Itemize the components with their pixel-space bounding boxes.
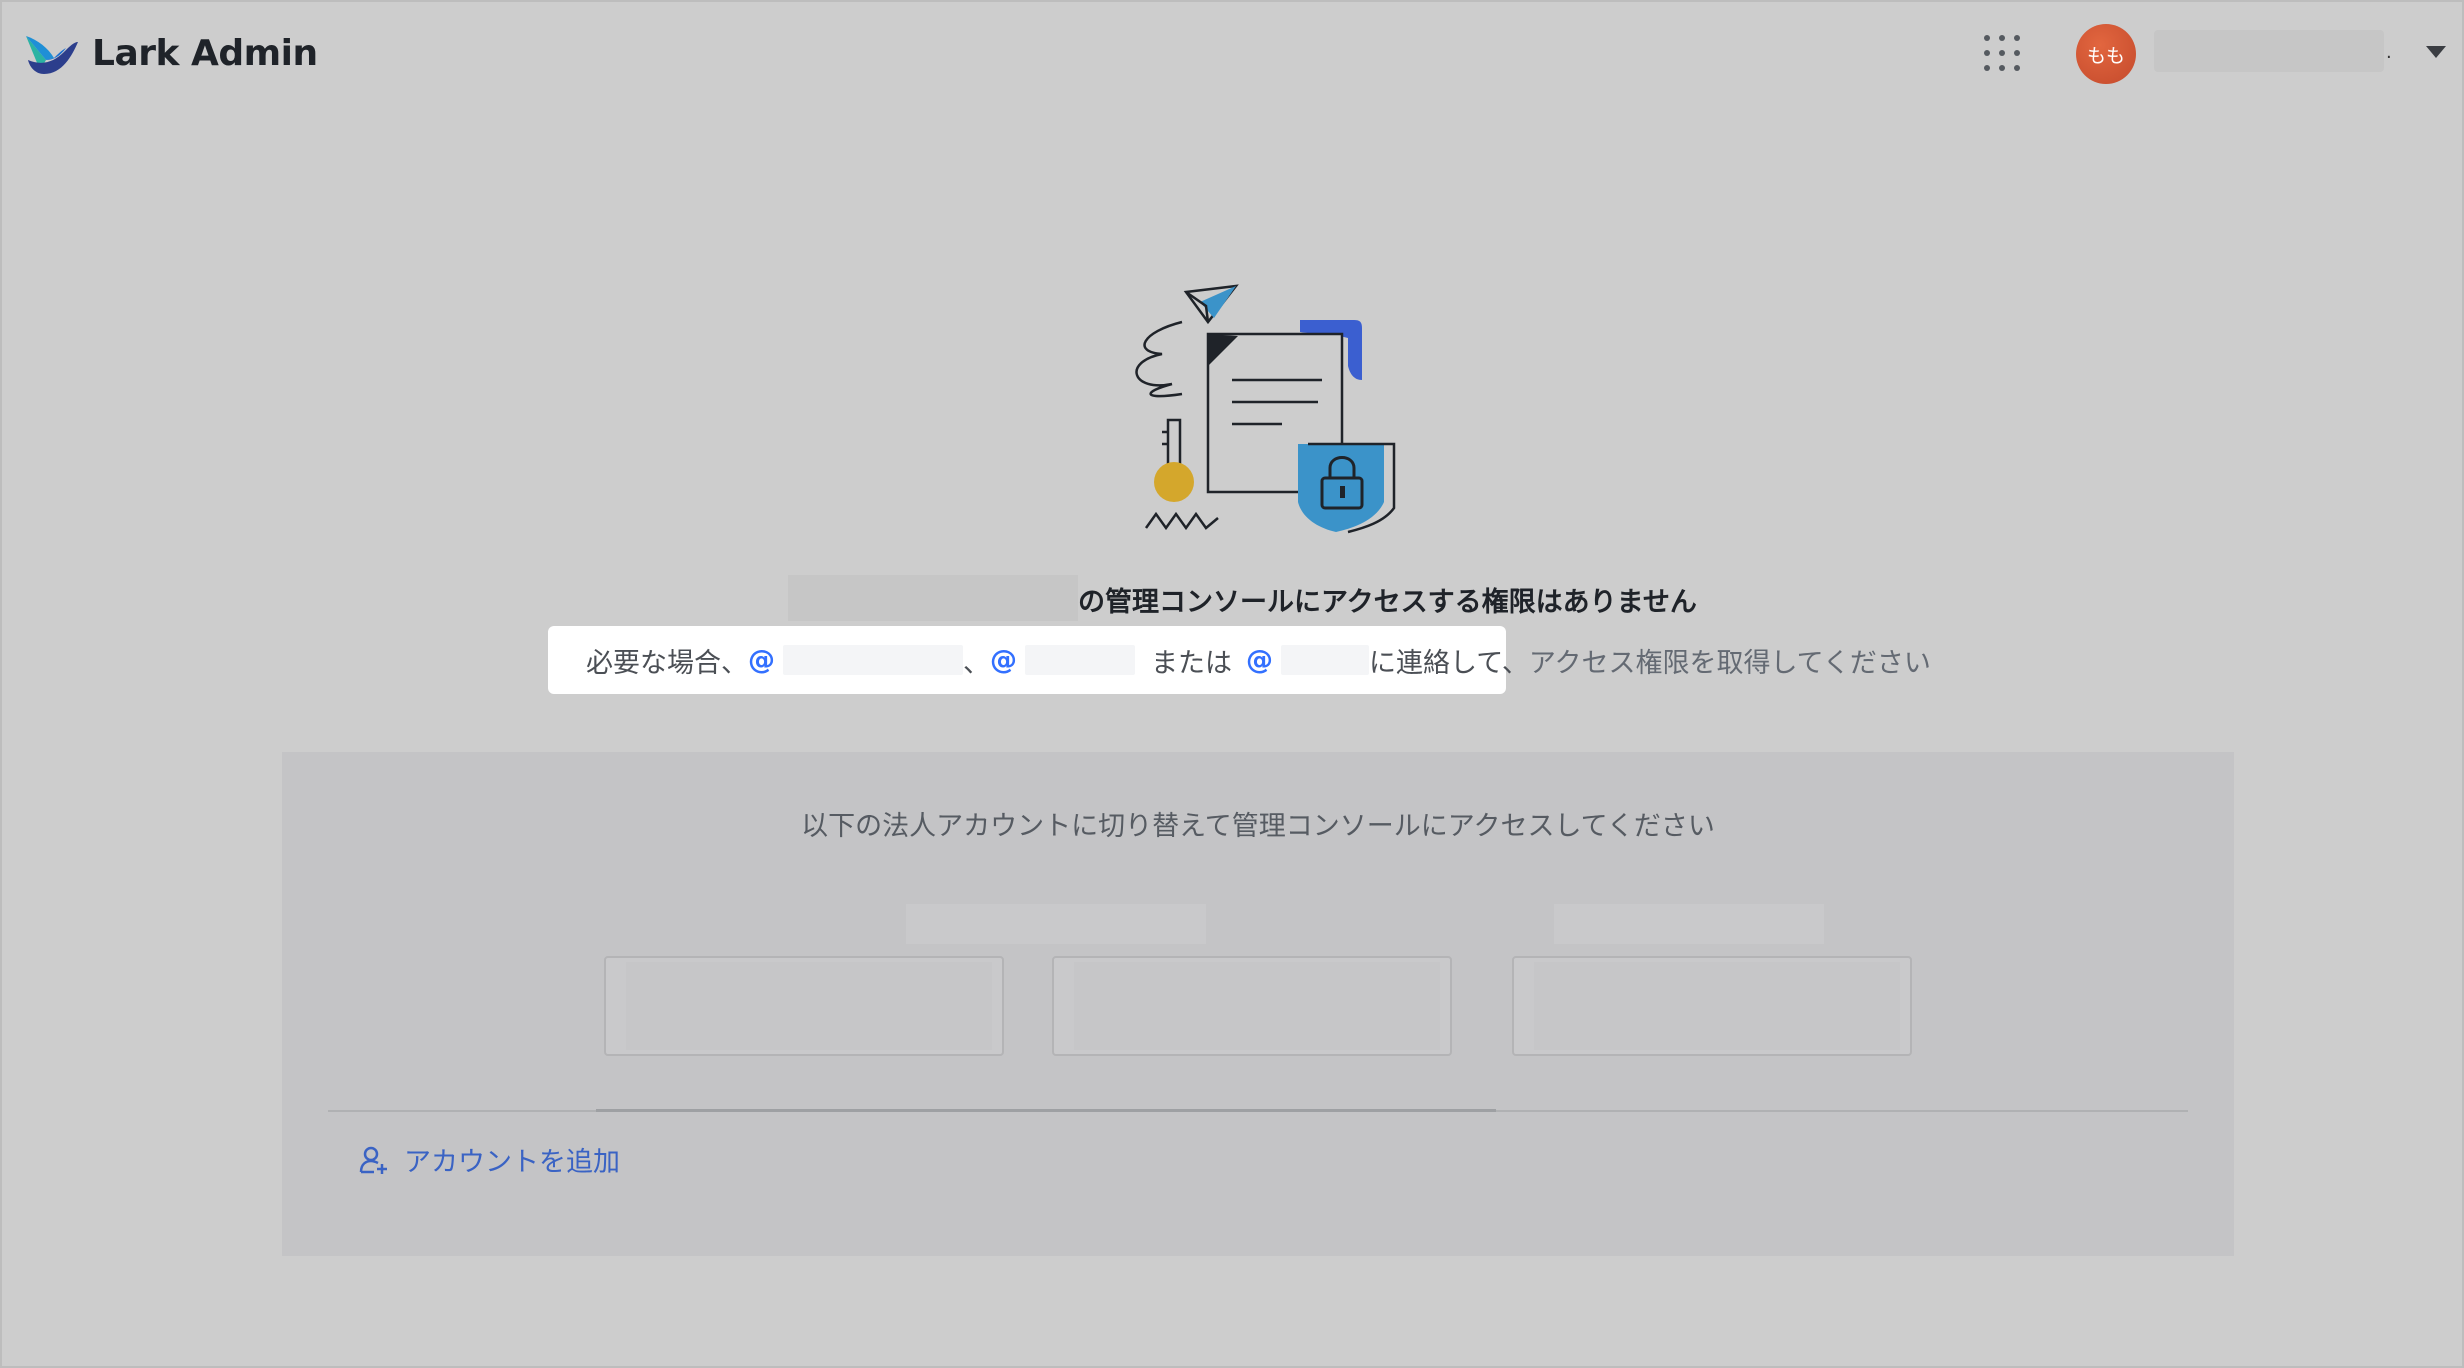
org-name-redacted	[788, 575, 1078, 621]
chevron-down-icon[interactable]	[2426, 46, 2446, 58]
add-account-label: アカウントを追加	[404, 1147, 620, 1178]
scroll-indicator[interactable]	[596, 1109, 1496, 1112]
key-icon	[1154, 418, 1194, 502]
user-avatar[interactable]: もも	[2076, 24, 2136, 84]
contact-middle: に連絡して、	[1369, 647, 1529, 679]
top-bar: Lark Admin もも .	[2, 2, 2462, 106]
lock-shield-icon	[1298, 442, 1396, 534]
contact-message: 必要な場合、 @ 、 @ または @ に連絡して、 アクセス権限を取得してくださ…	[586, 642, 1931, 679]
switch-account-title: 以下の法人アカウントに切り替えて管理コンソールにアクセスしてください	[801, 811, 1715, 842]
no-permission-illustration	[1135, 284, 1396, 534]
tenant-account-card-3[interactable]	[1512, 956, 1912, 1056]
app-logo[interactable]: Lark Admin	[24, 30, 318, 76]
app-title: Lark Admin	[92, 32, 318, 74]
admin-mention-1[interactable]: @	[748, 645, 775, 676]
paper-plane-icon	[1183, 284, 1239, 325]
contact-suffix: アクセス権限を取得してください	[1528, 647, 1931, 679]
app-launcher-icon[interactable]	[1984, 35, 2020, 71]
page-frame: Lark Admin もも . の管理コンソールにアクセスする権限はありません …	[0, 0, 2464, 1368]
tenant-label-redacted-1	[906, 904, 1206, 944]
admin-mention-2[interactable]: @	[990, 645, 1017, 676]
contact-prefix: 必要な場合、	[586, 647, 748, 679]
admin-name-redacted-2	[1025, 645, 1135, 675]
add-account-button[interactable]: アカウントを追加	[358, 1140, 620, 1179]
no-permission-title: の管理コンソールにアクセスする権限はありません	[1078, 587, 1697, 618]
tenant-account-card-2[interactable]	[1052, 956, 1452, 1056]
user-name-redacted[interactable]	[2154, 30, 2384, 72]
admin-name-redacted-1	[783, 645, 963, 675]
or-text: または	[1151, 647, 1232, 679]
tenant-account-card-1[interactable]	[604, 956, 1004, 1056]
admin-name-redacted-3	[1281, 645, 1369, 675]
switch-account-panel: 以下の法人アカウントに切り替えて管理コンソールにアクセスしてください アカウント…	[282, 752, 2234, 1256]
separator: 、	[963, 647, 990, 679]
user-name-suffix: .	[2386, 42, 2392, 63]
admin-mention-3[interactable]: @	[1246, 645, 1273, 676]
add-user-icon	[359, 1146, 387, 1174]
tenant-label-redacted-2	[1554, 904, 1824, 944]
avatar-initials: もも	[2086, 44, 2125, 67]
lark-logo-icon	[26, 36, 78, 74]
